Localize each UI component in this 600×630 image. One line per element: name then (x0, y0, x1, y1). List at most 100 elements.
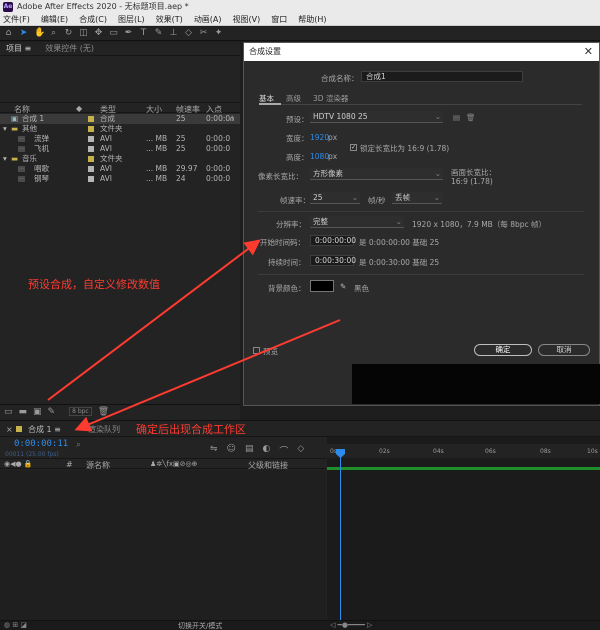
project-item-footage[interactable]: ▤ 钢琴 AVI ... MB 24 0:00:0 (0, 174, 240, 184)
project-item-folder[interactable]: ▾ ▬ 音乐 文件夹 (0, 154, 240, 164)
expand-icon[interactable]: ▾ (3, 124, 7, 134)
project-item-footage[interactable]: ▤ 飞机 AVI ... MB 25 0:00:0 (0, 144, 240, 154)
tab-project[interactable]: 项目 ≡ (6, 43, 31, 54)
ok-button[interactable]: 确定 (474, 344, 532, 356)
close-icon[interactable]: ✕ (584, 43, 593, 61)
motion-blur-icon[interactable]: ◐ (262, 444, 270, 457)
draft-3d-icon[interactable]: ⇋ (210, 444, 218, 457)
rectangle-tool-icon[interactable]: ▭ (109, 29, 118, 38)
bg-color-swatch[interactable] (310, 280, 334, 292)
rotate-tool-icon[interactable]: ↻ (64, 29, 73, 38)
time-ruler[interactable]: 0s 02s 04s 06s 08s 10s (327, 444, 600, 458)
delete-preset-icon[interactable]: 🗑 (466, 113, 476, 122)
project-item-footage[interactable]: ▤ 流弹 AVI ... MB 25 0:00:0 (0, 134, 240, 144)
stamp-tool-icon[interactable]: ⊥ (169, 29, 178, 38)
project-item-comp[interactable]: ▣ 合成 1 合成 25 0:00:0 ⋔ (0, 114, 240, 124)
camera-tool-icon[interactable]: ◫ (79, 29, 88, 38)
toggle-switches-modes[interactable]: 切换开关/模式 (178, 621, 222, 630)
menu-animation[interactable]: 动画(A) (194, 14, 222, 25)
eyedropper-icon[interactable]: ✎ (340, 282, 346, 291)
current-time-display[interactable]: 0:00:00:11 (14, 439, 68, 449)
drop-frame-select[interactable]: 丢帧 ⌄ (392, 192, 442, 204)
project-item-footage[interactable]: ▤ 唱歌 AVI ... MB 29.97 0:00:0 (0, 164, 240, 174)
label-swatch[interactable] (88, 176, 94, 182)
adjust-icon[interactable]: ✎ (48, 407, 56, 417)
label-swatch[interactable] (88, 166, 94, 172)
label-swatch[interactable] (88, 116, 94, 122)
markers-icon[interactable]: ◇ (297, 444, 304, 457)
menu-effect[interactable]: 效果(T) (156, 14, 183, 25)
preset-select[interactable]: HDTV 1080 25 ⌄ (310, 111, 443, 123)
work-area-bar[interactable] (327, 467, 600, 470)
preview-checkbox[interactable] (253, 347, 260, 354)
tab-comp[interactable]: 合成 1 ≡ (28, 424, 61, 435)
interpret-footage-icon[interactable]: ▭ (4, 407, 13, 417)
new-comp-icon[interactable]: ▣ (33, 407, 42, 417)
item-inpoint: 0:00:0 (206, 174, 231, 183)
tab-3d-renderer[interactable]: 3D 渲染器 (313, 93, 348, 104)
pen-tool-icon[interactable]: ✒ (124, 29, 133, 38)
item-inpoint: 0:00:0 (206, 144, 231, 153)
playhead-line[interactable] (340, 452, 341, 622)
flowchart-icon[interactable]: ⋔ (229, 114, 235, 124)
roto-tool-icon[interactable]: ✂ (199, 29, 208, 38)
save-preset-icon[interactable]: ▤ (453, 113, 460, 122)
item-fps: 29.97 (176, 164, 198, 173)
type-tool-icon[interactable]: T (139, 29, 148, 38)
start-timecode-input[interactable]: 0:00:00:00 (310, 235, 356, 246)
brush-tool-icon[interactable]: ✎ (154, 29, 163, 38)
graph-editor-icon[interactable]: ⌒ (279, 444, 288, 457)
puppet-tool-icon[interactable]: ✦ (214, 29, 223, 38)
hand-tool-icon[interactable]: ✋ (34, 29, 45, 38)
pixel-aspect-select[interactable]: 方形像素 ⌄ (310, 168, 443, 180)
project-panel: 项目 ≡ 效果控件 (无) (0, 42, 240, 420)
zoom-tool-icon[interactable]: ⌕ (49, 29, 58, 38)
new-folder-icon[interactable]: ▬ (19, 407, 28, 417)
menu-help[interactable]: 帮助(H) (298, 14, 326, 25)
trash-icon[interactable]: 🗑 (98, 407, 109, 417)
bg-color-label: 背景颜色： (268, 284, 306, 293)
zoom-slider[interactable]: ◁ ━●━━━━ ▷ (330, 621, 372, 629)
pan-behind-tool-icon[interactable]: ✥ (94, 29, 103, 38)
expand-icon[interactable]: ▾ (3, 154, 7, 164)
duration-input[interactable]: 0:00:30:00 (310, 255, 356, 266)
label-col-icon[interactable]: ◆ (76, 104, 82, 113)
tab-effect-controls[interactable]: 效果控件 (无) (45, 43, 94, 54)
lock-aspect-checkbox[interactable]: ✓ (350, 144, 357, 151)
frame-blend-icon[interactable]: ▤ (245, 444, 254, 457)
timeline-track-area[interactable] (327, 437, 600, 620)
menu-window[interactable]: 窗口 (271, 14, 287, 25)
ae-logo-icon: Ae (3, 1, 13, 12)
selection-tool-icon[interactable]: ➤ (19, 29, 28, 38)
footer-icons[interactable]: ◍ ⊞ ◪ (4, 621, 27, 629)
menu-layer[interactable]: 图层(L) (118, 14, 145, 25)
fps-select[interactable]: 25 ⌄ (310, 192, 360, 204)
item-size: ... MB (146, 164, 168, 173)
search-icon[interactable]: ⌕ (76, 440, 81, 450)
project-item-folder[interactable]: ▾ ▬ 其他 文件夹 (0, 124, 240, 134)
av-switches-icon[interactable]: ◉◀● 🔒 (4, 460, 33, 468)
tab-advanced[interactable]: 高级 (286, 93, 301, 104)
label-swatch[interactable] (88, 156, 94, 162)
close-icon[interactable]: × (6, 425, 13, 434)
menu-edit[interactable]: 编辑(E) (41, 14, 68, 25)
duration-label: 持续时间： (268, 258, 306, 267)
menu-view[interactable]: 视图(V) (233, 14, 261, 25)
home-icon[interactable]: ⌂ (4, 29, 13, 38)
shy-icon[interactable]: ☺ (227, 444, 236, 457)
eraser-tool-icon[interactable]: ◇ (184, 29, 193, 38)
menu-file[interactable]: 文件(F) (3, 14, 30, 25)
menu-composition[interactable]: 合成(C) (79, 14, 107, 25)
comp-name-input[interactable]: 合成1 (361, 71, 523, 82)
height-value[interactable]: 1080 (310, 152, 329, 161)
item-fps: 25 (176, 134, 186, 143)
width-value[interactable]: 1920 (310, 133, 329, 142)
resolution-select[interactable]: 完整 ⌄ (310, 216, 404, 228)
cancel-button[interactable]: 取消 (538, 344, 590, 356)
label-swatch[interactable] (88, 136, 94, 142)
label-swatch[interactable] (88, 146, 94, 152)
label-swatch[interactable] (88, 126, 94, 132)
layer-switches-icon[interactable]: ♟✲╲fx▣⊘◎⊕ (150, 460, 197, 468)
tab-render-queue[interactable]: 渲染队列 (88, 424, 120, 435)
bit-depth-button[interactable]: 8 bpc (69, 407, 92, 416)
